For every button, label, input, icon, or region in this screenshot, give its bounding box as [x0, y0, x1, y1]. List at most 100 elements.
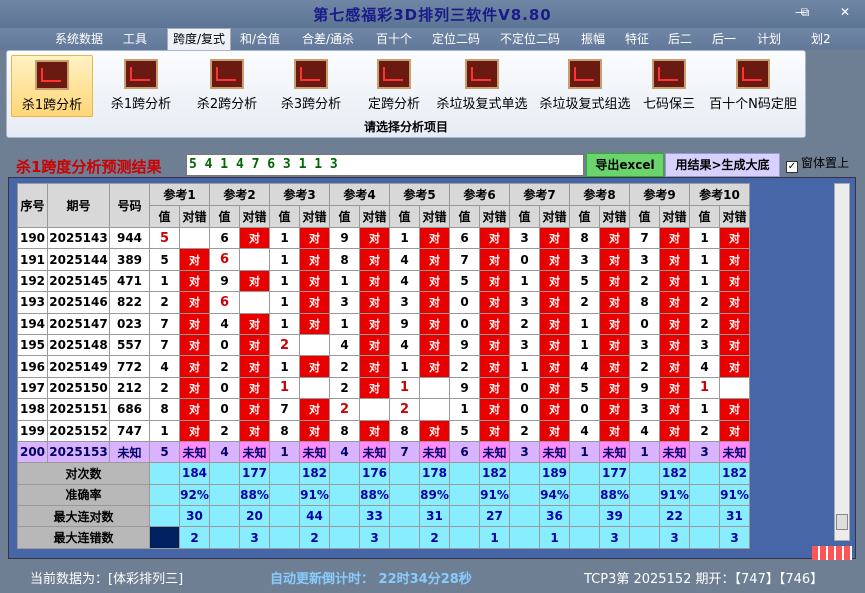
- value-cell: 2: [329, 376, 360, 400]
- ribbon-button[interactable]: 七码保三: [637, 55, 701, 117]
- ribbon-button[interactable]: 定跨分析: [353, 55, 435, 117]
- col-header: 号码: [109, 183, 150, 228]
- value-cell: 4: [389, 248, 420, 271]
- checkbox-icon[interactable]: ✓: [786, 161, 798, 173]
- result-cell: 对: [299, 355, 330, 378]
- value-cell: 1: [689, 376, 720, 400]
- title-bar: 第七感福彩3D排列三软件V8.80 — ⧉ ✕: [0, 0, 865, 28]
- value-cell: 6: [449, 226, 480, 250]
- export-excel-button[interactable]: 导出excel: [586, 153, 664, 177]
- ribbon-button[interactable]: 杀1跨分析: [11, 55, 93, 117]
- value-cell: 7: [629, 226, 660, 250]
- col-subheader: 值: [329, 205, 360, 228]
- result-cell: 对: [539, 333, 570, 357]
- table-row[interactable]: 194 2025147 023 7 对 4 对 1 对 1 对 9 对 0 对 2 对 1 对 0 对 2 对: [17, 312, 750, 335]
- ribbon-button[interactable]: 杀2跨分析: [185, 55, 269, 117]
- stats-spacer: [449, 526, 480, 549]
- stats-spacer: [509, 526, 540, 549]
- menu-item[interactable]: 百十个: [376, 30, 412, 47]
- menu-item[interactable]: 计划: [757, 30, 781, 47]
- close-icon[interactable]: ✕: [832, 4, 858, 20]
- menu-item[interactable]: 特征: [625, 30, 649, 47]
- menu-item[interactable]: 振幅: [581, 30, 605, 47]
- stats-value: 20: [239, 505, 270, 528]
- scroll-thumb[interactable]: [836, 514, 848, 530]
- stats-value: 2: [419, 526, 450, 549]
- col-subheader: 对错: [299, 205, 330, 228]
- table-cell: 191: [17, 248, 48, 271]
- result-cell: 对: [719, 291, 750, 314]
- prediction-row[interactable]: 200 2025153 未知 5 未知 4 未知 1 未知 4 未知 7 未知 6 未知 3 未知 1 未知 1 未知 3…: [17, 440, 750, 464]
- table-cell: 2025146: [47, 291, 110, 314]
- menu-item[interactable]: 合差/通杀: [302, 30, 354, 47]
- result-cell: 对: [359, 333, 390, 357]
- table-row[interactable]: 199 2025152 747 1 对 2 对 8 对 8 对 8 对 5 对 2 对 4 对 4 对 2 对: [17, 419, 750, 442]
- ribbon-button[interactable]: 杀1跨分析: [99, 55, 183, 117]
- result-cell: 对: [539, 376, 570, 400]
- stats-label: 最大连对数: [17, 505, 150, 528]
- col-subheader: 值: [629, 205, 660, 228]
- value-cell: 2: [329, 355, 360, 378]
- menu-item[interactable]: 不定位二码: [500, 30, 560, 47]
- draw-info-label: TCP3第 2025152 期开：【747】【746】: [584, 572, 824, 587]
- value-cell: 1: [269, 226, 300, 250]
- table-row[interactable]: 190 2025143 944 5 6 对 1 对 9 对 1 对 6 对 3 对 8 对 7 对 1 对: [17, 226, 750, 250]
- table-row[interactable]: 196 2025149 772 4 对 2 对 1 对 2 对 1 对 2 对 1 对 4 对 2 对 4 对: [17, 355, 750, 378]
- stats-value: 3: [599, 526, 630, 549]
- menu-item[interactable]: 划2: [811, 30, 831, 47]
- ribbon-button[interactable]: 百十个N码定胆: [703, 55, 803, 117]
- value-cell: 5: [569, 269, 600, 293]
- value-cell: 0: [209, 333, 240, 357]
- col-header: 参考2: [209, 183, 270, 206]
- result-cell: 对: [239, 376, 270, 400]
- pin-checkbox[interactable]: ✓ 窗体置上: [786, 154, 849, 173]
- result-cell: 对: [539, 269, 570, 293]
- result-cell: 对: [659, 376, 690, 400]
- value-cell: 0: [449, 291, 480, 314]
- chart-icon: [210, 59, 244, 89]
- restore-icon[interactable]: ⧉: [792, 4, 818, 20]
- menu-item[interactable]: 跨度/复式: [167, 28, 232, 50]
- result-value-field[interactable]: 5 4 1 4 7 6 3 1 1 3: [186, 154, 584, 176]
- result-cell: 对: [599, 312, 630, 335]
- menu-item[interactable]: 系统数据: [55, 30, 103, 47]
- value-cell: 8: [569, 226, 600, 250]
- ribbon-button[interactable]: 杀垃圾复式组选: [535, 55, 635, 117]
- value-cell: 3: [689, 333, 720, 357]
- table-row[interactable]: 197 2025150 212 2 对 0 对 1 2 对 1 9 对 0 对 5 对 9 对 1: [17, 376, 750, 400]
- value-cell: 9: [449, 376, 480, 400]
- value-cell: 7: [149, 312, 180, 335]
- value-cell: 4: [329, 440, 360, 464]
- menu-item[interactable]: 和/合值: [240, 30, 280, 47]
- menu-item[interactable]: 后一: [712, 30, 736, 47]
- stats-row: 最大连对数 30 20 44 33 31 27 36 39 22 31: [17, 505, 750, 528]
- table-cell: 686: [109, 398, 150, 421]
- value-cell: 2: [629, 269, 660, 293]
- table-cell: 193: [17, 291, 48, 314]
- ribbon-button-label: 杀2跨分析: [196, 97, 258, 112]
- value-cell: 1: [389, 226, 420, 250]
- result-cell: 对: [299, 291, 330, 314]
- table-row[interactable]: 198 2025151 686 8 对 0 对 7 对 2 2 1 对 0 对 0 对 3 对 1 对: [17, 398, 750, 421]
- table-row[interactable]: 193 2025146 822 2 对 6 1 对 3 对 3 对 0 对 3 对 2 对 8 对 2 对: [17, 291, 750, 314]
- value-cell: 3: [629, 248, 660, 271]
- menu-item[interactable]: 后二: [668, 30, 692, 47]
- col-header: 参考10: [689, 183, 750, 206]
- result-cell: 对: [599, 419, 630, 442]
- generate-button[interactable]: 用结果>生成大底: [665, 153, 780, 177]
- table-row[interactable]: 195 2025148 557 7 对 0 对 2 4 对 4 对 9 对 3 对 1 对 3 对 3 对: [17, 333, 750, 357]
- ribbon-button[interactable]: 杀3跨分析: [269, 55, 353, 117]
- ribbon-button[interactable]: 杀垃圾复式单选: [431, 55, 533, 117]
- result-cell: 对: [359, 248, 390, 271]
- value-cell: 0: [509, 248, 540, 271]
- vertical-scrollbar[interactable]: [834, 183, 850, 541]
- value-cell: 0: [569, 398, 600, 421]
- table-cell: 023: [109, 312, 150, 335]
- result-cell: 未知: [479, 440, 510, 464]
- table-row[interactable]: 191 2025144 389 5 对 6 1 对 8 对 4 对 7 对 0 对 3 对 3 对 1 对: [17, 248, 750, 271]
- menu-item[interactable]: 定位二码: [432, 30, 480, 47]
- value-cell: 2: [509, 312, 540, 335]
- col-header: 参考8: [569, 183, 630, 206]
- menu-item[interactable]: 工具: [123, 30, 147, 47]
- table-row[interactable]: 192 2025145 471 1 对 9 对 1 对 1 对 4 对 5 对 1 对 5 对 2 对 1 对: [17, 269, 750, 293]
